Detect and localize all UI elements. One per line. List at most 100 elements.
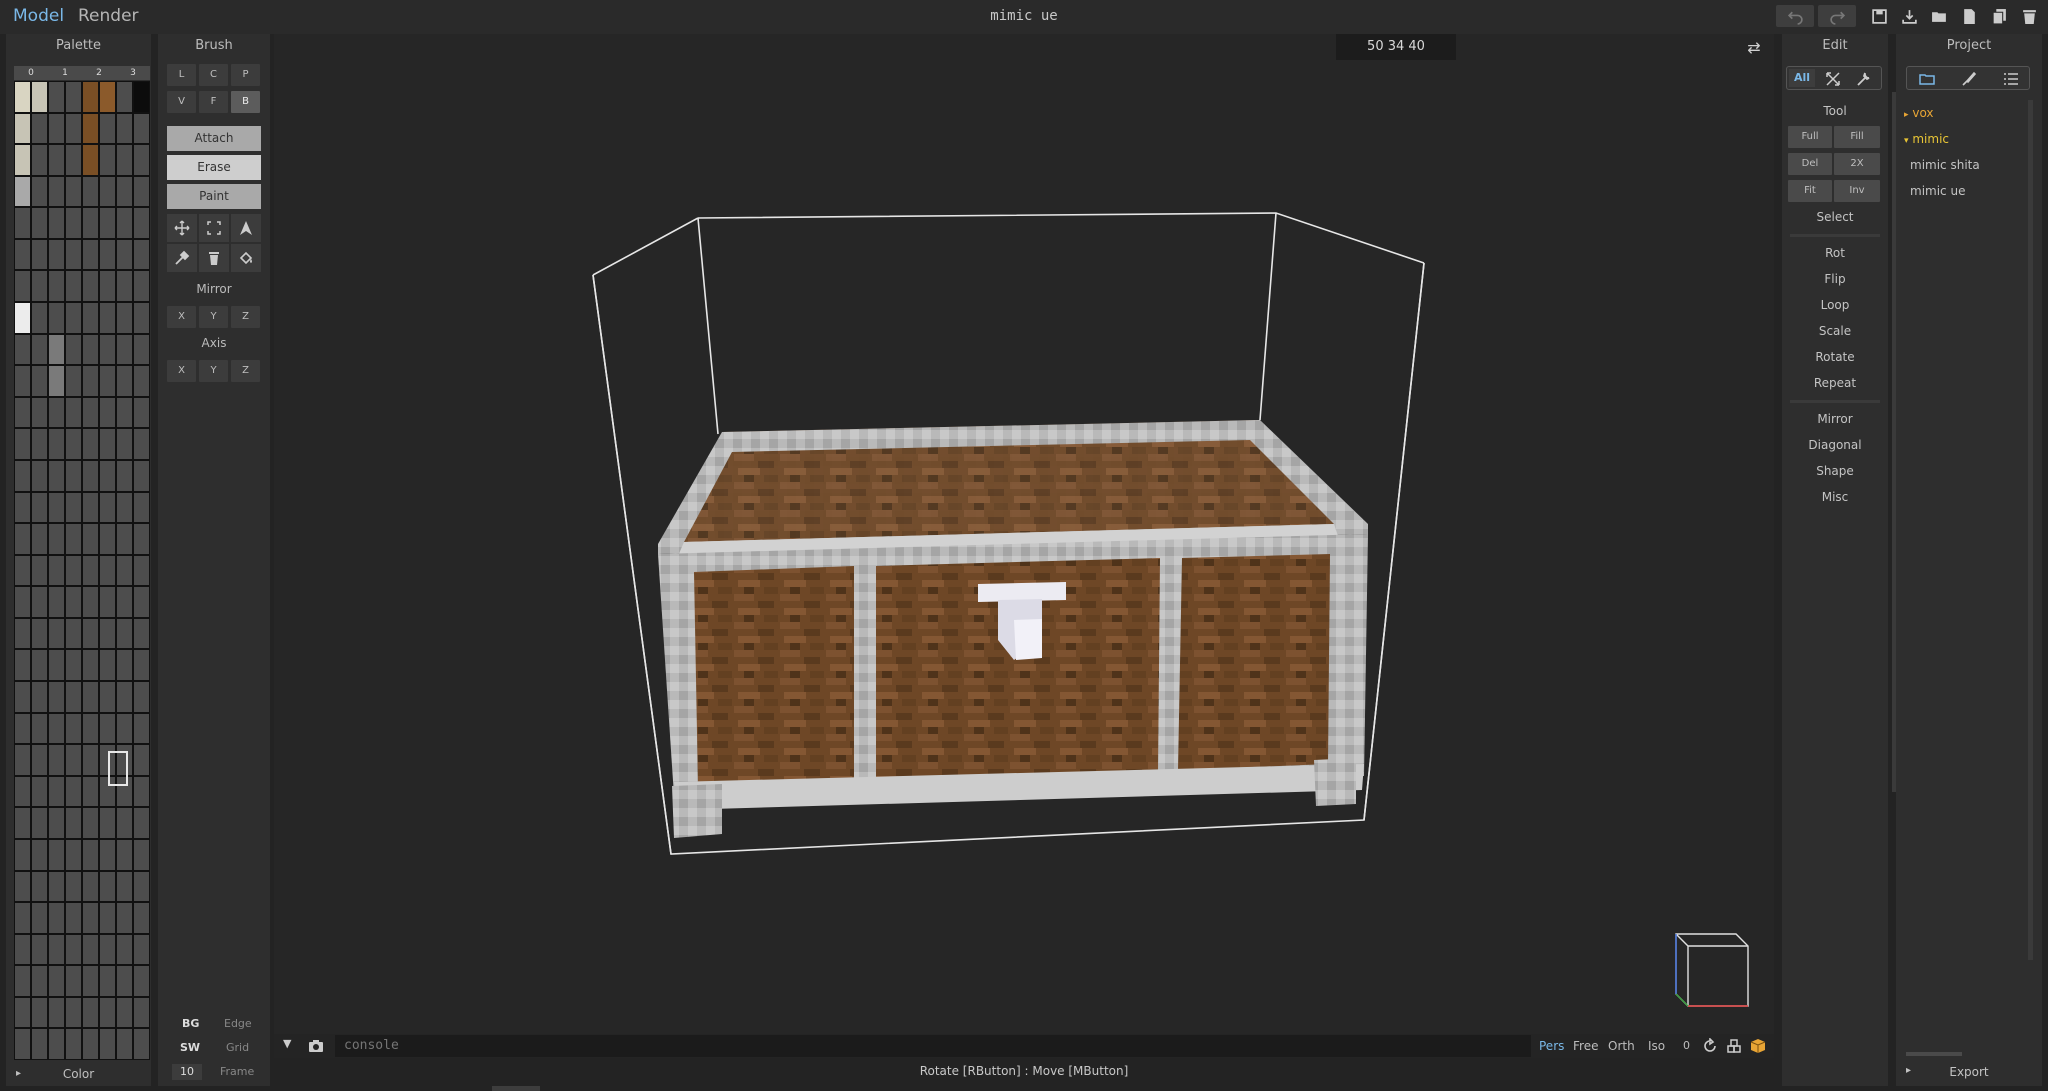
- mirror-edit-button[interactable]: Mirror: [1782, 412, 1888, 426]
- axis-y-button[interactable]: Y: [199, 360, 228, 382]
- palette-tab-3[interactable]: 3: [116, 66, 150, 80]
- palette-swatch[interactable]: [32, 587, 47, 617]
- screenshot-button[interactable]: [306, 1036, 326, 1056]
- palette-swatch[interactable]: [134, 839, 149, 870]
- palette-swatch[interactable]: [66, 334, 81, 365]
- palette-swatch[interactable]: [134, 682, 149, 712]
- palette-swatch[interactable]: [49, 334, 64, 365]
- select-box-tool[interactable]: [199, 214, 229, 242]
- palette-swatch[interactable]: [49, 113, 64, 144]
- palette-swatch[interactable]: [83, 82, 98, 112]
- palette-swatch[interactable]: [117, 271, 132, 302]
- palette-swatch[interactable]: [134, 397, 149, 428]
- palette-swatch[interactable]: [15, 871, 30, 902]
- palette-tab-1[interactable]: 1: [48, 66, 82, 80]
- palette-swatch[interactable]: [32, 713, 47, 744]
- reset-view-icon[interactable]: [1702, 1038, 1718, 1054]
- chest-model[interactable]: [274, 34, 1774, 1056]
- misc-button[interactable]: Misc: [1782, 490, 1888, 504]
- list-icon[interactable]: [2003, 71, 2019, 87]
- palette-swatch[interactable]: [32, 366, 47, 396]
- palette-swatch[interactable]: [66, 650, 81, 681]
- palette-swatch[interactable]: [83, 460, 98, 491]
- palette-swatch[interactable]: [32, 271, 47, 302]
- palette-swatch[interactable]: [49, 839, 64, 870]
- palette-swatch[interactable]: [49, 397, 64, 428]
- palette-swatch[interactable]: [32, 808, 47, 838]
- rotate-button[interactable]: Rotate: [1782, 350, 1888, 364]
- palette-swatch[interactable]: [117, 82, 132, 112]
- palette-swatch[interactable]: [83, 587, 98, 617]
- sw-toggle[interactable]: SW: [180, 1041, 200, 1054]
- cube-view-icon[interactable]: [1750, 1038, 1766, 1054]
- brush-b-button[interactable]: B: [231, 91, 260, 113]
- import-button[interactable]: [1896, 5, 1922, 27]
- palette-swatch[interactable]: [66, 113, 81, 144]
- palette-swatch[interactable]: [15, 682, 30, 712]
- palette-swatch[interactable]: [32, 524, 47, 554]
- fit-button[interactable]: Fit: [1788, 180, 1832, 202]
- palette-swatch[interactable]: [66, 934, 81, 965]
- palette-swatch[interactable]: [134, 429, 149, 459]
- palette-swatch[interactable]: [100, 334, 115, 365]
- palette-swatch[interactable]: [15, 397, 30, 428]
- palette-swatch[interactable]: [49, 239, 64, 270]
- palette-swatch[interactable]: [32, 839, 47, 870]
- palette-swatch[interactable]: [66, 776, 81, 807]
- palette-swatch[interactable]: [134, 492, 149, 523]
- palette-swatch[interactable]: [49, 776, 64, 807]
- palette-swatch[interactable]: [32, 303, 47, 333]
- palette-swatch[interactable]: [83, 745, 98, 775]
- fill-arrow-tool[interactable]: [231, 214, 261, 242]
- palette-swatch[interactable]: [49, 745, 64, 775]
- palette-swatch[interactable]: [100, 903, 115, 933]
- palette-swatch[interactable]: [100, 460, 115, 491]
- palette-swatch[interactable]: [49, 650, 64, 681]
- picker-tool[interactable]: [167, 244, 197, 272]
- bucket-tool[interactable]: [231, 244, 261, 272]
- palette-swatch[interactable]: [32, 903, 47, 933]
- palette-swatch[interactable]: [32, 239, 47, 270]
- tab-render[interactable]: Render: [78, 6, 139, 26]
- palette-swatch[interactable]: [134, 808, 149, 838]
- palette-swatch[interactable]: [134, 334, 149, 365]
- palette-swatch[interactable]: [117, 176, 132, 207]
- expand-icon[interactable]: [1825, 71, 1841, 87]
- palette-swatch[interactable]: [15, 776, 30, 807]
- palette-swatch[interactable]: [15, 1029, 30, 1059]
- palette-swatch[interactable]: [49, 271, 64, 302]
- palette-swatch[interactable]: [134, 776, 149, 807]
- palette-swatch[interactable]: [15, 334, 30, 365]
- palette-swatch[interactable]: [66, 524, 81, 554]
- console-input[interactable]: [335, 1035, 1531, 1057]
- palette-swatch[interactable]: [134, 145, 149, 175]
- palette-swatch[interactable]: [49, 366, 64, 396]
- repeat-button[interactable]: Repeat: [1782, 376, 1888, 390]
- select-button[interactable]: Select: [1782, 210, 1888, 224]
- frame-label[interactable]: Frame: [220, 1065, 254, 1078]
- palette-swatch[interactable]: [32, 871, 47, 902]
- palette-swatch[interactable]: [83, 713, 98, 744]
- palette-swatch[interactable]: [66, 808, 81, 838]
- palette-swatch[interactable]: [15, 997, 30, 1028]
- palette-swatch[interactable]: [134, 871, 149, 902]
- flip-button[interactable]: Flip: [1782, 272, 1888, 286]
- palette-swatch[interactable]: [49, 587, 64, 617]
- palette-swatch[interactable]: [100, 145, 115, 175]
- scale-button[interactable]: Scale: [1782, 324, 1888, 338]
- bg-toggle[interactable]: BG: [182, 1017, 199, 1030]
- palette-swatch[interactable]: [83, 303, 98, 333]
- palette-tab-0[interactable]: 0: [14, 66, 48, 80]
- shape-button[interactable]: Shape: [1782, 464, 1888, 478]
- bottom-scroll-handle[interactable]: [492, 1086, 540, 1091]
- palette-swatch[interactable]: [49, 966, 64, 996]
- palette-swatch[interactable]: [83, 176, 98, 207]
- palette-swatch[interactable]: [117, 145, 132, 175]
- brush-p-button[interactable]: P: [231, 64, 260, 86]
- project-folder-vox[interactable]: ▸ vox: [1904, 106, 1934, 120]
- mirror-y-button[interactable]: Y: [199, 306, 228, 328]
- palette-swatch[interactable]: [83, 239, 98, 270]
- project-folder-mimic[interactable]: ▾ mimic: [1904, 132, 1949, 146]
- edit-all-tab[interactable]: All: [1789, 69, 1815, 87]
- palette-swatch[interactable]: [100, 587, 115, 617]
